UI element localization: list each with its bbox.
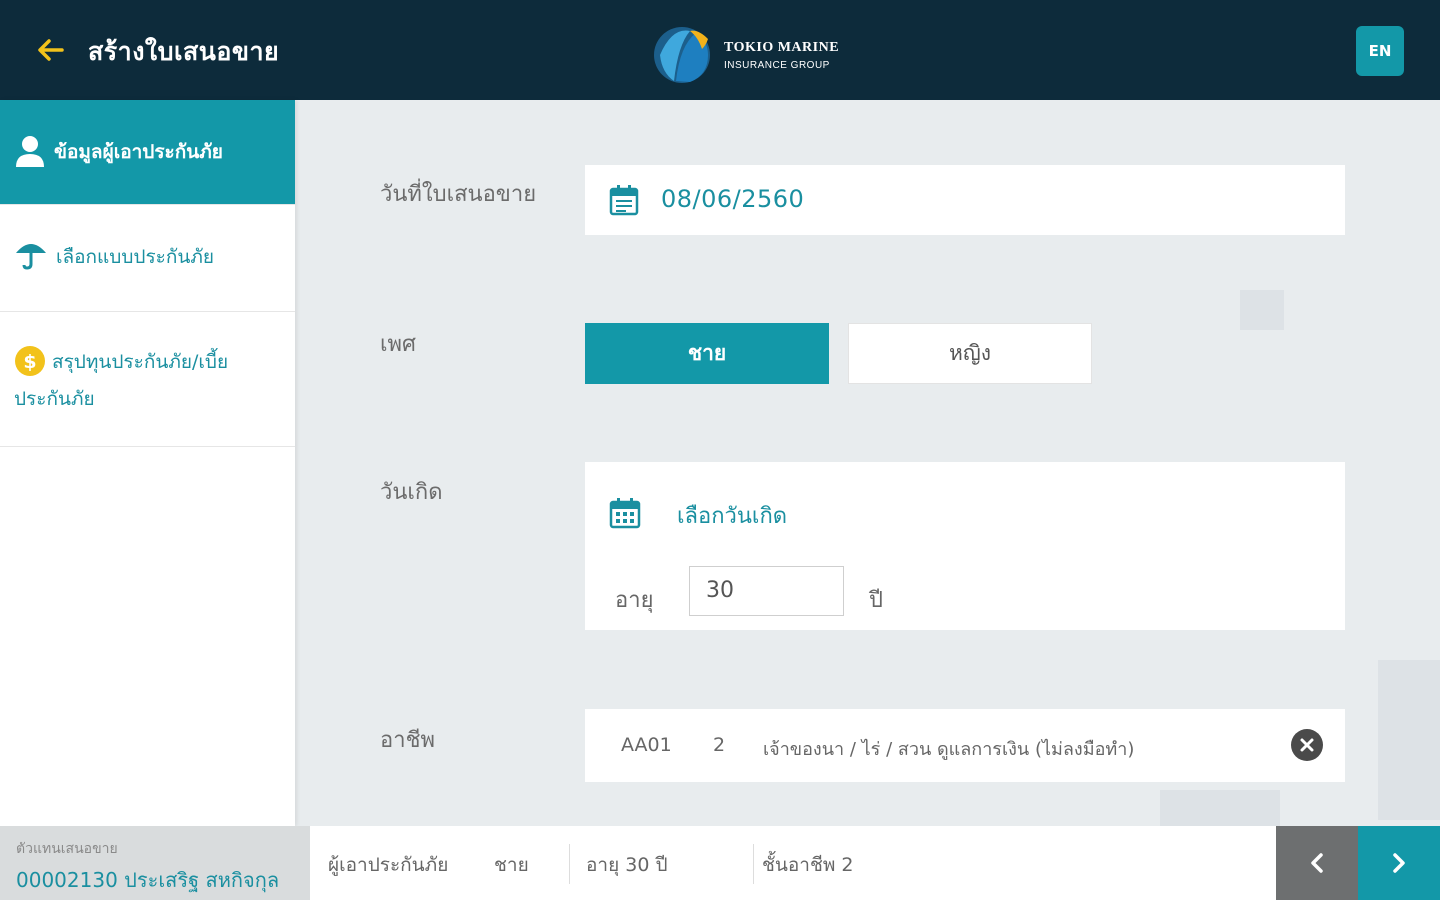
sidebar: ข้อมูลผู้เอาประกันภัย เลือกแบบประกันภัย … — [0, 100, 295, 826]
sidebar-item-label-cont: ประกันภัย — [14, 388, 95, 410]
sidebar-item-insured-info[interactable]: ข้อมูลผู้เอาประกันภัย — [0, 100, 295, 205]
sidebar-item-label: ข้อมูลผู้เอาประกันภัย — [54, 141, 223, 163]
background-pattern — [1240, 290, 1284, 330]
calendar-icon[interactable] — [609, 497, 641, 533]
summary-divider — [569, 844, 570, 884]
gender-label: เพศ — [380, 332, 416, 357]
calendar-icon — [609, 184, 639, 220]
gender-female-button[interactable]: หญิง — [848, 323, 1092, 384]
sidebar-item-summary[interactable]: $ สรุปทุนประกันภัย/เบี้ย ประกันภัย — [0, 312, 295, 447]
age-unit-label: ปี — [869, 588, 883, 613]
occupation-label: อาชีพ — [380, 728, 435, 753]
background-pattern — [1378, 660, 1440, 820]
occupation-level: 2 — [713, 734, 726, 756]
sidebar-item-select-plan[interactable]: เลือกแบบประกันภัย — [0, 205, 295, 312]
sidebar-item-label: เลือกแบบประกันภัย — [56, 246, 215, 268]
age-label: อายุ — [615, 588, 654, 613]
occupation-field[interactable]: AA01 2 เจ้าของนา / ไร่ / สวน ดูแลการเงิน… — [585, 709, 1345, 782]
page-title: สร้างใบเสนอขาย — [88, 37, 280, 66]
sidebar-item-label: สรุปทุนประกันภัย/เบี้ย — [52, 351, 229, 373]
gender-male-button[interactable]: ชาย — [585, 323, 829, 384]
select-birth-date-link[interactable]: เลือกวันเกิด — [677, 498, 787, 533]
summary-divider — [753, 844, 754, 884]
next-button[interactable] — [1358, 826, 1440, 900]
app-header: สร้างใบเสนอขาย TOKIO MARINE INSURANCE GR… — [0, 0, 1440, 100]
agent-name: 00002130 ประเสริฐ สหกิจกุล — [16, 868, 280, 892]
svg-text:$: $ — [23, 351, 36, 373]
summary-bar: ผู้เอาประกันภัย ชาย อายุ 30 ปี ชั้นอาชีพ… — [310, 826, 1276, 900]
person-icon — [14, 134, 46, 172]
summary-occupation-class: ชั้นอาชีพ 2 — [762, 854, 854, 876]
proposal-date-value: 08/06/2560 — [661, 185, 805, 213]
previous-button[interactable] — [1276, 826, 1358, 900]
agent-info-panel: ตัวแทนเสนอขาย 00002130 ประเสริฐ สหกิจกุล — [0, 826, 310, 900]
chevron-left-icon — [1311, 853, 1323, 873]
proposal-date-field[interactable]: 08/06/2560 — [585, 165, 1345, 235]
language-toggle-button[interactable]: EN — [1356, 26, 1404, 76]
summary-gender: ชาย — [494, 854, 529, 876]
logo-subtext: INSURANCE GROUP — [724, 60, 830, 71]
proposal-date-label: วันที่ใบเสนอขาย — [380, 182, 537, 207]
birth-date-box: เลือกวันเกิด อายุ 30 ปี — [585, 462, 1345, 630]
tokio-marine-logo: TOKIO MARINE INSURANCE GROUP — [650, 25, 850, 85]
clear-occupation-icon[interactable] — [1291, 729, 1323, 761]
back-arrow-icon[interactable] — [34, 34, 66, 66]
age-input[interactable]: 30 — [689, 566, 844, 616]
dollar-icon: $ — [14, 345, 46, 381]
logo-text: TOKIO MARINE — [724, 40, 840, 55]
agent-label: ตัวแทนเสนอขาย — [16, 841, 118, 857]
logo-globe-icon — [654, 27, 710, 83]
summary-age: อายุ 30 ปี — [586, 854, 668, 876]
occupation-code: AA01 — [621, 734, 672, 756]
background-pattern — [1160, 790, 1280, 826]
umbrella-icon — [14, 237, 48, 275]
summary-insured-label: ผู้เอาประกันภัย — [328, 854, 449, 876]
chevron-right-icon — [1393, 853, 1405, 873]
occupation-description: เจ้าของนา / ไร่ / สวน ดูแลการเงิน (ไม่ลง… — [763, 739, 1135, 760]
birth-date-label: วันเกิด — [380, 480, 443, 505]
